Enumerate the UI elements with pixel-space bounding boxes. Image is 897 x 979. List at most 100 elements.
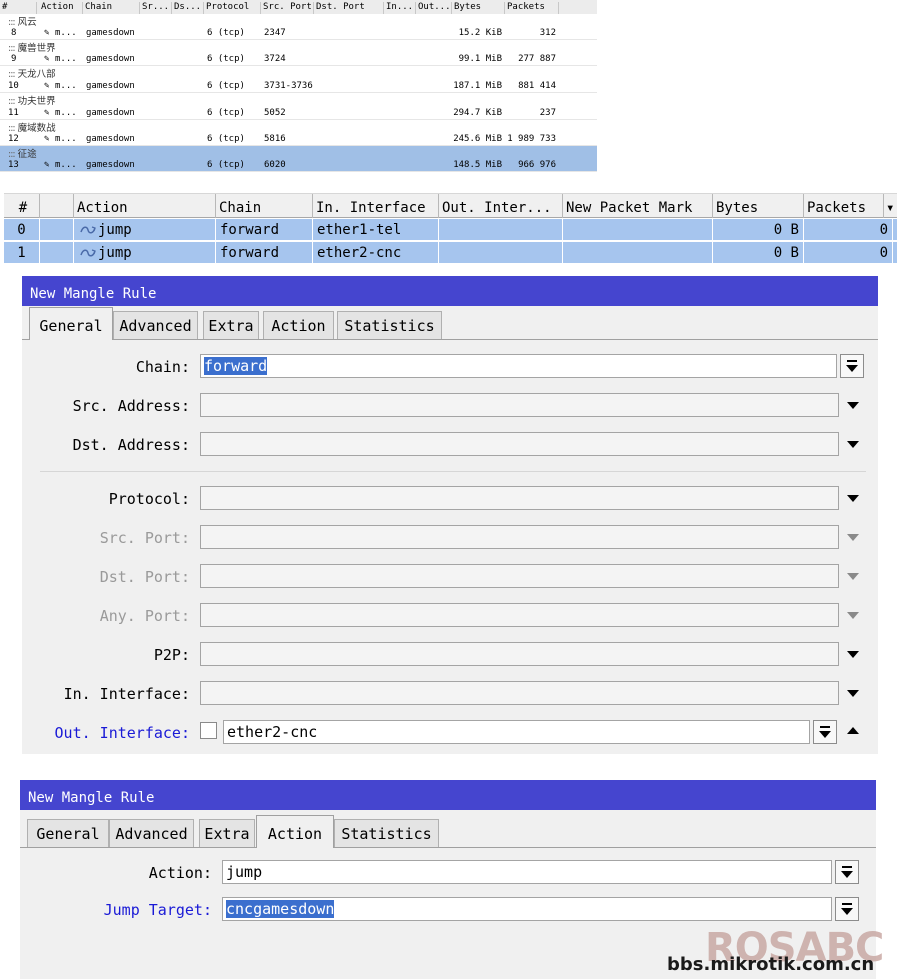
col-flags[interactable]	[40, 194, 74, 218]
row-bytes: 0 B	[713, 219, 804, 240]
protocol-input[interactable]	[200, 486, 839, 510]
row-packets: 0	[804, 219, 893, 240]
row-packets: 312	[539, 28, 556, 38]
out-interface-input[interactable]: ether2-cnc	[223, 720, 810, 744]
tab-advanced[interactable]: Advanced	[113, 311, 198, 339]
col-action[interactable]: Action	[74, 194, 216, 218]
tab-extra[interactable]: Extra	[199, 819, 255, 847]
row-bytes: 99.1 MiB	[458, 54, 502, 64]
action-dropdown-button[interactable]	[835, 860, 859, 884]
row-protocol: 6 (tcp)	[207, 134, 245, 144]
row-packets: 1 989 733	[507, 134, 556, 144]
chevron-down-icon	[841, 908, 853, 915]
group-comment-row[interactable]: ::: 征途	[0, 146, 597, 160]
chain-input[interactable]: forward	[200, 354, 837, 378]
in-interface-input[interactable]	[200, 681, 839, 705]
row-action: m...	[55, 160, 77, 170]
dst-port-input[interactable]	[200, 564, 839, 588]
table-row[interactable]: 0 jump forward ether1-tel 0 B 0	[4, 219, 897, 241]
dst-port-expand-icon[interactable]	[847, 573, 859, 580]
src-port-input[interactable]	[200, 525, 839, 549]
p2p-expand-icon[interactable]	[847, 651, 859, 658]
out-interface-dropdown-button[interactable]	[813, 720, 837, 744]
any-port-input[interactable]	[200, 603, 839, 627]
row-chain: gamesdown	[86, 81, 135, 91]
row-chain: gamesdown	[86, 28, 135, 38]
col-packets[interactable]: Packets	[804, 194, 884, 218]
out-interface-label: Out. Interface:	[54, 724, 190, 742]
src-address-label: Src. Address:	[72, 397, 190, 415]
row-chain: gamesdown	[86, 134, 135, 144]
row-src-port: 3731-3736	[264, 81, 313, 91]
firewall-rule-table-small: # Action Chain Sr... Ds... Protocol Src.…	[0, 0, 597, 189]
src-address-input[interactable]	[200, 393, 839, 417]
tab-statistics[interactable]: Statistics	[337, 311, 442, 339]
tab-extra[interactable]: Extra	[203, 311, 259, 339]
table-row[interactable]: 12 ✎ m... gamesdown 6 (tcp) 5816 245.6 M…	[0, 133, 597, 146]
jump-target-input[interactable]: cncgamesdown	[222, 897, 832, 921]
row-protocol: 6 (tcp)	[207, 108, 245, 118]
column-menu-icon[interactable]: ▾	[884, 194, 897, 218]
chevron-down-icon	[841, 871, 853, 878]
group-comment-row[interactable]: ::: 魔域数战	[0, 120, 597, 134]
row-chain: forward	[216, 242, 313, 263]
col-out-interface[interactable]: Out. Inter...	[439, 194, 563, 218]
src-port-expand-icon[interactable]	[847, 534, 859, 541]
table-row-selected[interactable]: 13 ✎ m... gamesdown 6 (tcp) 6020 148.5 M…	[0, 159, 597, 172]
action-label: Action:	[148, 864, 212, 882]
col-chain[interactable]: Chain	[216, 194, 313, 218]
chain-value: forward	[204, 357, 268, 375]
dialog-title[interactable]: New Mangle Rule	[20, 780, 876, 810]
dst-address-input[interactable]	[200, 432, 839, 456]
col-num[interactable]: #	[4, 194, 40, 218]
in-interface-expand-icon[interactable]	[847, 690, 859, 697]
table-row[interactable]: 8 ✎ m... gamesdown 6 (tcp) 2347 15.2 KiB…	[0, 27, 597, 40]
out-interface-collapse-icon[interactable]	[847, 727, 859, 734]
any-port-expand-icon[interactable]	[847, 612, 859, 619]
row-num: 13	[8, 160, 19, 170]
col-bytes[interactable]: Bytes	[713, 194, 804, 218]
p2p-input[interactable]	[200, 642, 839, 666]
tab-action[interactable]: Action	[256, 815, 334, 848]
row-action: m...	[55, 81, 77, 91]
jump-target-dropdown-button[interactable]	[835, 897, 859, 921]
tab-bar: General Advanced Extra Action Statistics	[22, 307, 878, 340]
group-comment-row[interactable]: ::: 魔兽世界	[0, 40, 597, 54]
row-chain: gamesdown	[86, 54, 135, 64]
col-in-interface[interactable]: In. Interface	[313, 194, 439, 218]
chain-dropdown-button[interactable]	[840, 354, 864, 378]
row-protocol: 6 (tcp)	[207, 28, 245, 38]
group-comment-row[interactable]: ::: 功夫世界	[0, 93, 597, 107]
dst-address-expand-icon[interactable]	[847, 441, 859, 448]
action-select[interactable]: jump	[222, 860, 832, 884]
tab-action[interactable]: Action	[263, 311, 334, 339]
row-chain: gamesdown	[86, 160, 135, 170]
row-num: 10	[8, 81, 19, 91]
group-comment-row[interactable]: ::: 风云	[0, 14, 597, 28]
table-row[interactable]: 9 ✎ m... gamesdown 6 (tcp) 3724 99.1 MiB…	[0, 53, 597, 66]
dropdown-bar	[842, 903, 852, 905]
group-comment: 天龙八部	[17, 69, 56, 80]
col-new-packet-mark[interactable]: New Packet Mark	[563, 194, 713, 218]
dst-address-label: Dst. Address:	[72, 436, 190, 454]
tab-general[interactable]: General	[27, 819, 109, 847]
pencil-icon: ✎	[44, 108, 50, 118]
tab-advanced[interactable]: Advanced	[109, 819, 194, 847]
mangle-rule-table: # Action Chain In. Interface Out. Inter.…	[4, 193, 897, 265]
src-address-expand-icon[interactable]	[847, 402, 859, 409]
table-row[interactable]: 1 jump forward ether2-cnc 0 B 0	[4, 242, 897, 264]
row-src-port: 2347	[264, 28, 286, 38]
tab-statistics[interactable]: Statistics	[334, 819, 439, 847]
dropdown-bar	[820, 726, 830, 728]
table-header: # Action Chain Sr... Ds... Protocol Src.…	[0, 0, 597, 15]
group-comment-row[interactable]: ::: 天龙八部	[0, 66, 597, 80]
out-interface-invert-checkbox[interactable]	[200, 722, 217, 739]
dialog-title[interactable]: New Mangle Rule	[22, 276, 878, 306]
new-mangle-rule-dialog-general: New Mangle Rule General Advanced Extra A…	[22, 276, 878, 754]
row-in-interface: ether1-tel	[313, 219, 439, 240]
protocol-label: Protocol:	[108, 490, 190, 508]
tab-general[interactable]: General	[29, 307, 113, 340]
table-row[interactable]: 11 ✎ m... gamesdown 6 (tcp) 5052 294.7 K…	[0, 107, 597, 120]
protocol-expand-icon[interactable]	[847, 495, 859, 502]
table-row[interactable]: 10 ✎ m... gamesdown 6 (tcp) 3731-3736 18…	[0, 80, 597, 93]
